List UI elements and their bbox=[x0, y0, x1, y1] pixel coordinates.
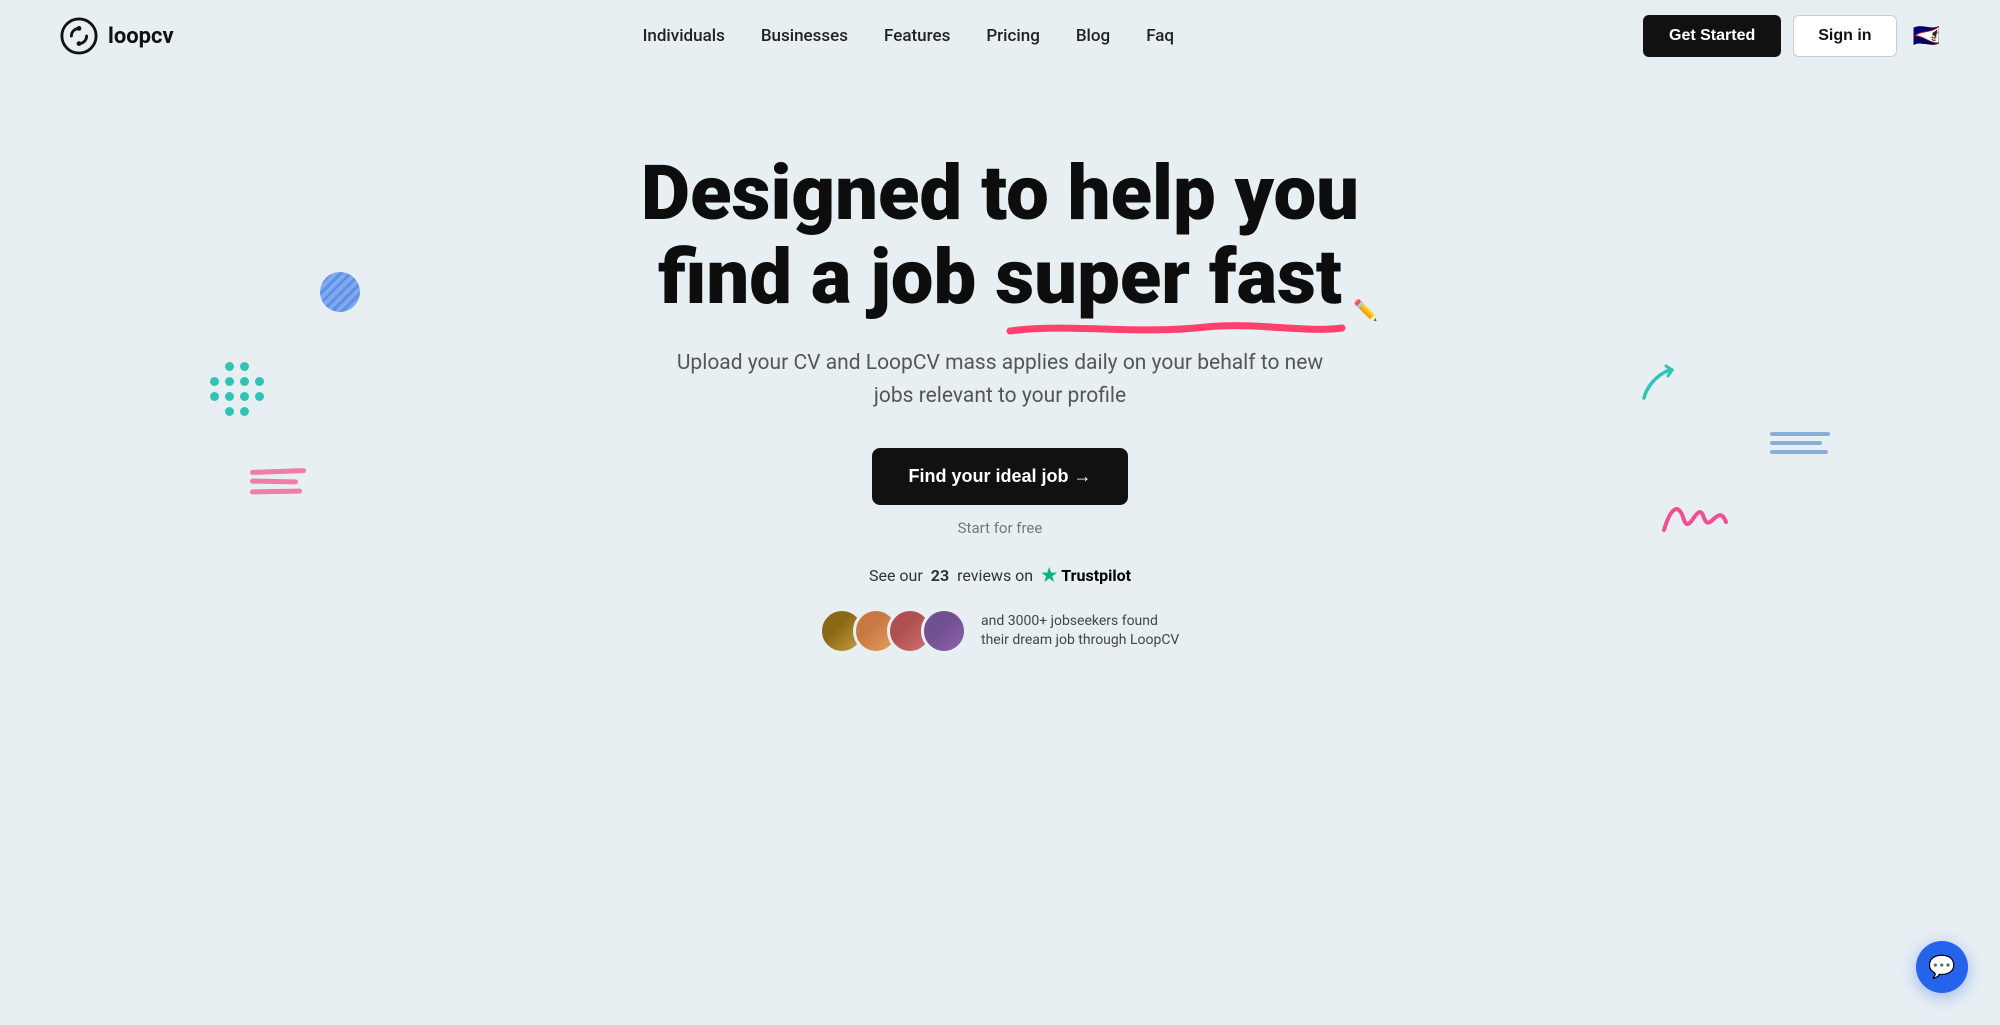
get-started-button[interactable]: Get Started bbox=[1643, 15, 1781, 57]
nav-blog[interactable]: Blog bbox=[1076, 26, 1110, 46]
avatar-group bbox=[819, 608, 967, 654]
hero-heading: Designed to help you find a job super fa… bbox=[641, 152, 1359, 319]
hero-subtitle: Upload your CV and LoopCV mass applies d… bbox=[660, 347, 1340, 412]
social-proof-row: and 3000+ jobseekers found their dream j… bbox=[819, 608, 1181, 654]
sign-in-button[interactable]: Sign in bbox=[1793, 15, 1896, 57]
avatar-4 bbox=[921, 608, 967, 654]
navbar: loopcv Individuals Businesses Features P… bbox=[0, 0, 2000, 72]
deco-teal-dots bbox=[210, 362, 264, 416]
logo[interactable]: loopcv bbox=[60, 17, 174, 55]
logo-text: loopcv bbox=[108, 24, 174, 49]
chat-bubble-button[interactable]: 💬 bbox=[1916, 941, 1968, 993]
trustpilot-text: See our bbox=[869, 566, 923, 585]
nav-links: Individuals Businesses Features Pricing … bbox=[643, 26, 1174, 46]
red-underline-decoration bbox=[1006, 319, 1346, 337]
nav-individuals[interactable]: Individuals bbox=[643, 26, 725, 46]
logo-icon bbox=[60, 17, 98, 55]
social-proof-text: and 3000+ jobseekers found their dream j… bbox=[981, 612, 1181, 651]
deco-pink-waves bbox=[250, 469, 306, 494]
trustpilot-row: See our 23 reviews on ★ Trustpilot bbox=[869, 565, 1131, 586]
nav-pricing[interactable]: Pricing bbox=[986, 26, 1040, 46]
language-icon[interactable]: 🇦🇸 bbox=[1913, 24, 1940, 49]
trustpilot-star: ★ bbox=[1041, 565, 1057, 586]
trustpilot-logo[interactable]: ★ Trustpilot bbox=[1041, 565, 1131, 586]
trustpilot-count: 23 bbox=[931, 566, 949, 585]
hero-section: Designed to help you find a job super fa… bbox=[0, 72, 2000, 714]
nav-businesses[interactable]: Businesses bbox=[761, 26, 848, 46]
nav-features[interactable]: Features bbox=[884, 26, 950, 46]
pencil-icon: ✏️ bbox=[1353, 299, 1378, 321]
find-ideal-job-button[interactable]: Find your ideal job → bbox=[872, 448, 1127, 505]
deco-pink-scribble bbox=[1660, 490, 1730, 544]
deco-green-squiggle bbox=[1636, 362, 1680, 410]
start-free-text: Start for free bbox=[958, 519, 1043, 537]
chat-icon: 💬 bbox=[1928, 955, 1955, 980]
deco-blue-wavy bbox=[1770, 432, 1830, 454]
trustpilot-name: Trustpilot bbox=[1061, 566, 1131, 585]
trustpilot-middle: reviews on bbox=[957, 566, 1033, 585]
nav-actions: Get Started Sign in 🇦🇸 bbox=[1643, 15, 1940, 57]
deco-blue-circle bbox=[320, 272, 360, 312]
nav-faq[interactable]: Faq bbox=[1146, 26, 1174, 46]
